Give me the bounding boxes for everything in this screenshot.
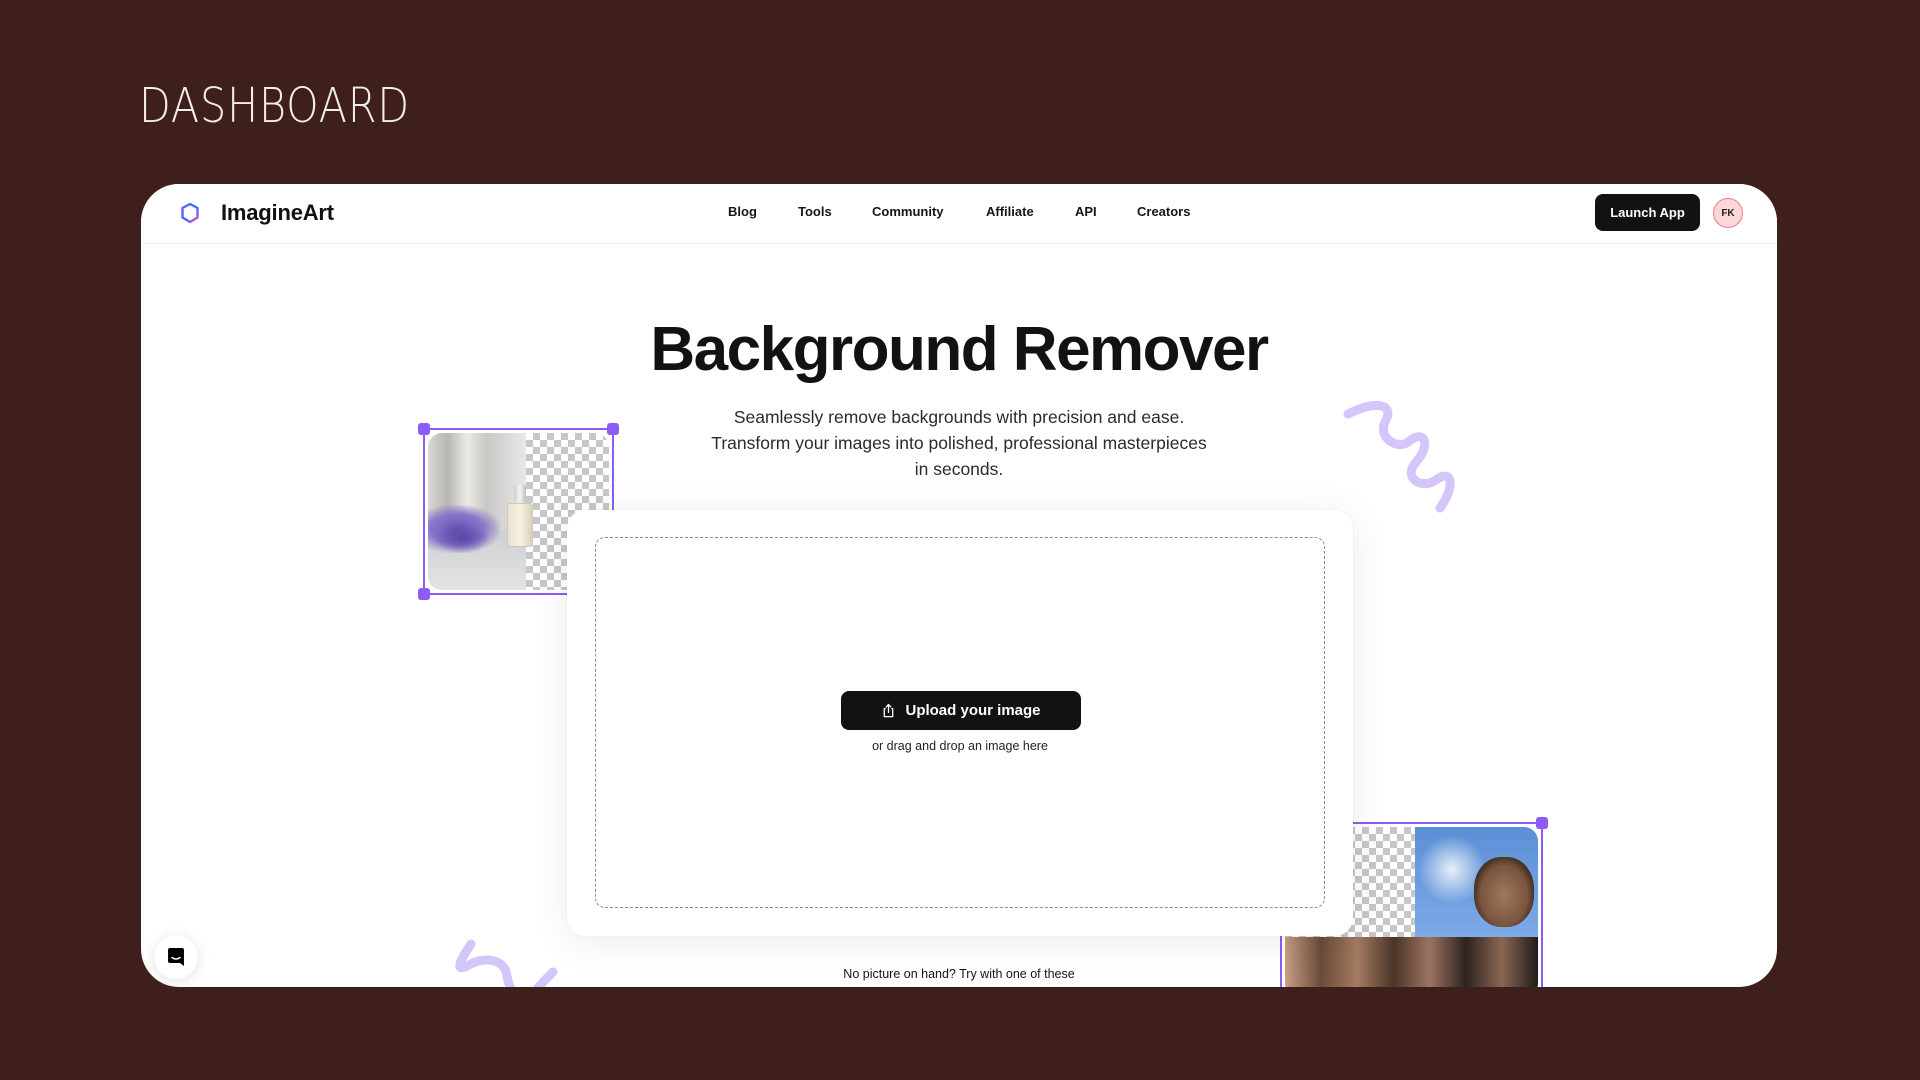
launch-app-button[interactable]: Launch App [1595, 194, 1700, 231]
resize-handle [418, 423, 430, 435]
nav-item-blog[interactable]: Blog [728, 204, 757, 219]
main-nav: Blog Tools Community Affiliate API Creat… [141, 204, 1777, 224]
chat-icon [168, 948, 184, 966]
drag-drop-hint: or drag and drop an image here [872, 739, 1048, 753]
upload-icon [884, 703, 894, 718]
nav-item-api[interactable]: API [1075, 204, 1097, 219]
nav-item-affiliate[interactable]: Affiliate [986, 204, 1034, 219]
chat-support-button[interactable] [154, 935, 198, 979]
upload-button-label: Upload your image [905, 702, 1041, 719]
upload-card: Upload your image or drag and drop an im… [567, 510, 1353, 936]
page-title: Background Remover [650, 315, 1269, 384]
nav-item-community[interactable]: Community [872, 204, 944, 219]
resize-handle [607, 423, 619, 435]
subtitle-line: Transform your images into polished, pro… [711, 433, 1207, 453]
image-dropzone[interactable]: Upload your image or drag and drop an im… [595, 537, 1325, 908]
top-navigation-bar: ImagineArt Blog Tools Community Affiliat… [141, 184, 1777, 244]
resize-handle [1536, 817, 1548, 829]
nav-item-creators[interactable]: Creators [1137, 204, 1190, 219]
nav-item-tools[interactable]: Tools [798, 204, 832, 219]
subtitle-line: Seamlessly remove backgrounds with preci… [733, 407, 1185, 427]
page-label: DASHBOARD [139, 78, 411, 134]
squiggle-decoration-right [1343, 400, 1455, 513]
upload-image-button[interactable]: Upload your image [841, 691, 1081, 730]
subtitle-line: in seconds. [914, 459, 1004, 479]
user-avatar[interactable]: FK [1713, 198, 1743, 228]
resize-handle [418, 588, 430, 600]
page-subtitle: Seamlessly remove backgrounds with preci… [709, 404, 1209, 482]
sample-images-prompt: No picture on hand? Try with one of thes… [843, 967, 1075, 981]
app-window: ImagineArt Blog Tools Community Affiliat… [141, 184, 1777, 987]
